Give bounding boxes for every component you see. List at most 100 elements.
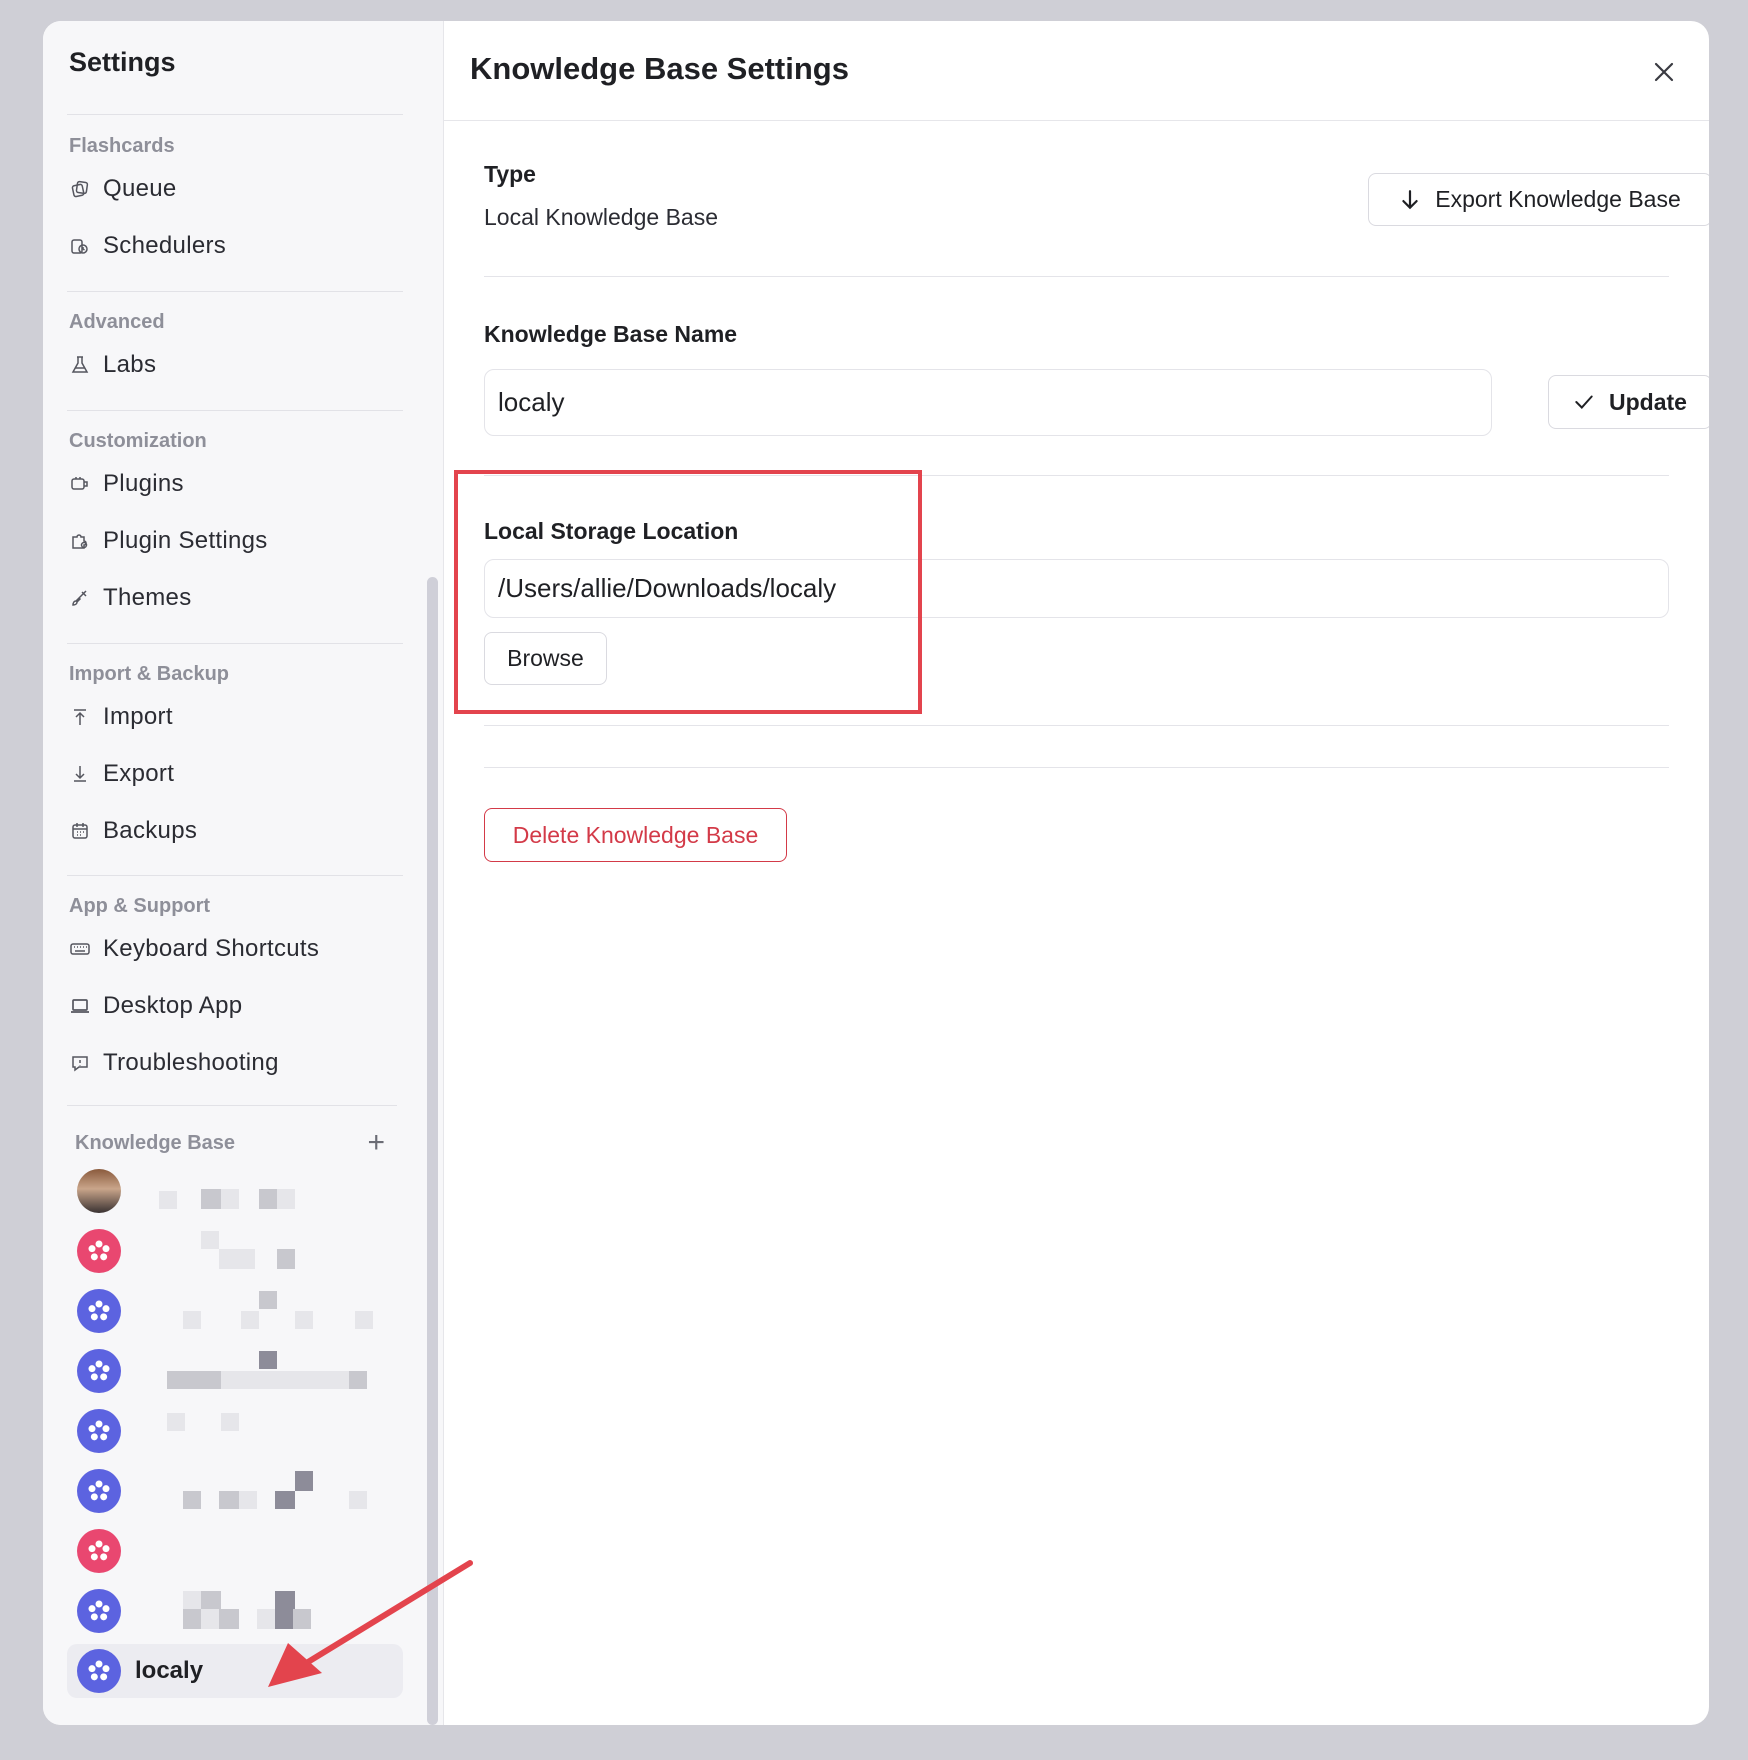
delete-knowledge-base-button[interactable]: Delete Knowledge Base: [484, 808, 787, 862]
brush-icon: [69, 587, 91, 609]
flower-icon: [77, 1589, 121, 1633]
sidebar-item-label: Labs: [103, 350, 157, 378]
sidebar-item-label: Plugins: [103, 469, 184, 497]
knowledge-base-name-input[interactable]: [484, 369, 1492, 436]
sidebar-title: Settings: [69, 47, 176, 77]
sidebar-item-label: Import: [103, 702, 173, 730]
keyboard-icon: [69, 938, 91, 960]
flask-icon: [69, 354, 91, 376]
sidebar-item-themes[interactable]: Themes: [67, 569, 403, 626]
divider: [67, 643, 403, 644]
sidebar-scrollbar[interactable]: [427, 577, 438, 1725]
storage-section: Local Storage Location: [484, 518, 1669, 545]
cards-icon: [69, 178, 91, 200]
close-icon[interactable]: [1649, 57, 1679, 87]
knowledge-base-item[interactable]: [67, 1221, 403, 1281]
sidebar-item-schedulers[interactable]: Schedulers: [67, 217, 403, 274]
sidebar-item-label: Plugin Settings: [103, 526, 268, 554]
browse-button[interactable]: Browse: [484, 632, 607, 685]
flower-icon: [77, 1649, 121, 1693]
group-app-support: App & Support Keyboard Shortcuts Desktop…: [67, 875, 403, 1091]
divider: [67, 291, 403, 292]
plug-icon: [69, 473, 91, 495]
sidebar-item-troubleshooting[interactable]: Troubleshooting: [67, 1034, 403, 1091]
knowledge-base-item[interactable]: [67, 1341, 403, 1401]
group-import-backup: Import & Backup Import Export Backups: [67, 643, 403, 859]
knowledge-base-item[interactable]: [67, 1401, 403, 1461]
sidebar-item-import[interactable]: Import: [67, 688, 403, 745]
knowledge-base-item[interactable]: [67, 1521, 403, 1581]
divider: [67, 114, 403, 115]
arrow-down-icon: [69, 763, 91, 785]
divider: [67, 410, 403, 411]
knowledge-base-item[interactable]: [67, 1281, 403, 1341]
knowledge-base-item[interactable]: [67, 1581, 403, 1641]
sidebar-item-keyboard-shortcuts[interactable]: Keyboard Shortcuts: [67, 920, 403, 977]
sidebar-item-plugins[interactable]: Plugins: [67, 455, 403, 512]
knowledge-base-item-localy[interactable]: localy: [67, 1644, 403, 1698]
knowledge-base-label: Knowledge Base: [75, 1131, 236, 1154]
storage-label: Local Storage Location: [484, 518, 739, 544]
group-label: Customization: [69, 430, 207, 452]
flower-icon: [77, 1409, 121, 1453]
knowledge-base-header: Knowledge Base +: [75, 1125, 385, 1161]
divider: [484, 725, 1669, 726]
group-label: Advanced: [69, 311, 165, 333]
arrow-down-icon: [1402, 189, 1418, 209]
group-flashcards: Flashcards Queue Schedulers: [67, 114, 403, 274]
scheduler-icon: [69, 235, 91, 257]
settings-sidebar: Settings Flashcards Queue Schedulers Adv…: [43, 21, 444, 1725]
divider: [484, 475, 1669, 476]
group-label: Flashcards: [69, 135, 175, 157]
calendar-icon: [69, 820, 91, 842]
group-label: Import & Backup: [69, 663, 230, 685]
help-bubble-icon: [69, 1052, 91, 1074]
knowledge-base-name: localy: [135, 1657, 204, 1684]
name-label: Knowledge Base Name: [484, 321, 738, 347]
flower-icon: [77, 1289, 121, 1333]
avatar: [77, 1169, 121, 1213]
sidebar-item-label: Queue: [103, 174, 177, 202]
name-section: Knowledge Base Name: [484, 321, 1669, 348]
sidebar-item-plugin-settings[interactable]: Plugin Settings: [67, 512, 403, 569]
sidebar-item-label: Backups: [103, 816, 198, 844]
sidebar-item-export[interactable]: Export: [67, 745, 403, 802]
knowledge-base-list: localy: [67, 1161, 403, 1698]
sidebar-item-desktop-app[interactable]: Desktop App: [67, 977, 403, 1034]
group-advanced: Advanced Labs: [67, 291, 403, 393]
page-title: Knowledge Base Settings: [470, 51, 849, 86]
group-label: App & Support: [69, 895, 211, 917]
knowledge-base-item[interactable]: [67, 1461, 403, 1521]
sidebar-item-label: Desktop App: [103, 991, 243, 1019]
puzzle-gear-icon: [69, 530, 91, 552]
plus-icon[interactable]: +: [367, 1128, 385, 1158]
update-button-label: Update: [1609, 388, 1687, 415]
flower-icon: [77, 1349, 121, 1393]
export-knowledge-base-button[interactable]: Export Knowledge Base: [1368, 173, 1709, 226]
sidebar-item-labs[interactable]: Labs: [67, 336, 403, 393]
sidebar-item-label: Schedulers: [103, 231, 227, 259]
flower-icon: [77, 1529, 121, 1573]
sidebar-item-label: Troubleshooting: [103, 1048, 279, 1076]
update-button[interactable]: Update: [1548, 375, 1709, 429]
sidebar-item-label: Keyboard Shortcuts: [103, 934, 320, 962]
divider: [67, 1105, 397, 1106]
settings-modal: Settings Flashcards Queue Schedulers Adv…: [43, 21, 1709, 1725]
laptop-icon: [69, 995, 91, 1017]
storage-location-input[interactable]: [484, 559, 1669, 618]
divider: [67, 875, 403, 876]
check-icon: [1575, 395, 1593, 409]
divider: [484, 276, 1669, 277]
settings-main: Knowledge Base Settings Type Local Knowl…: [444, 21, 1709, 1725]
export-button-label: Export Knowledge Base: [1435, 186, 1681, 212]
arrow-up-icon: [69, 706, 91, 728]
flower-icon: [77, 1469, 121, 1513]
divider: [484, 767, 1669, 768]
sidebar-item-queue[interactable]: Queue: [67, 160, 403, 217]
divider-kb: [67, 1105, 403, 1106]
knowledge-base-item[interactable]: [67, 1161, 403, 1221]
sidebar-item-backups[interactable]: Backups: [67, 802, 403, 859]
main-header: Knowledge Base Settings: [444, 21, 1709, 121]
flower-icon: [77, 1229, 121, 1273]
sidebar-item-label: Export: [103, 759, 175, 787]
